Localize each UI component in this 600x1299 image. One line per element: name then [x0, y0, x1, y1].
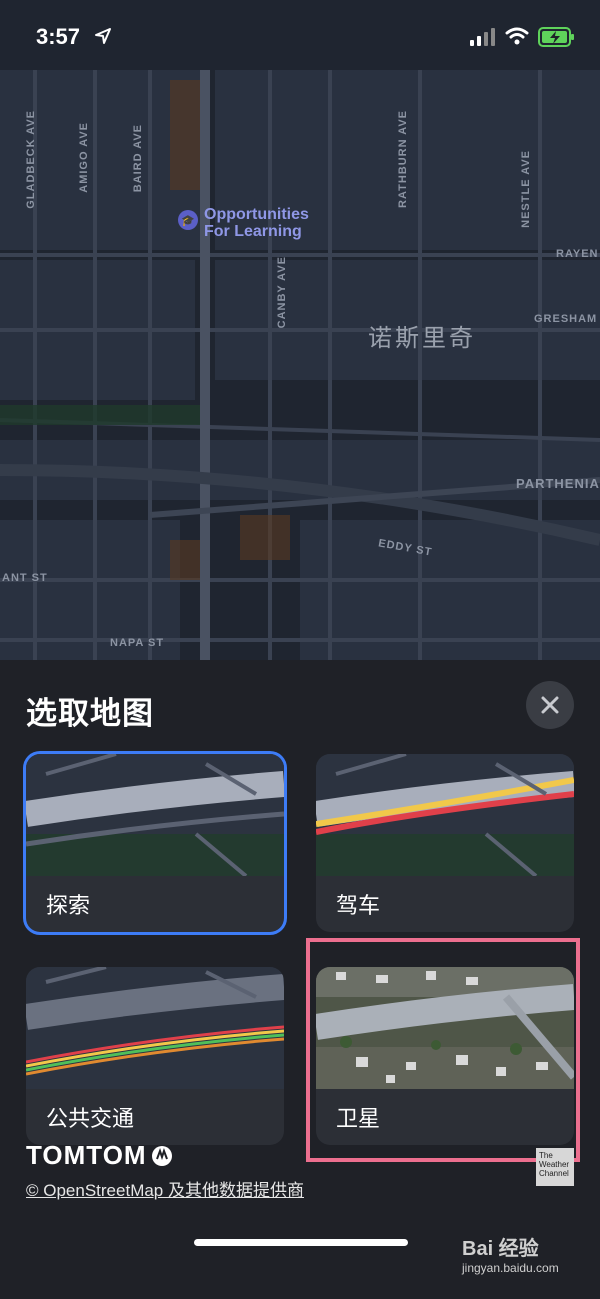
street-label-nestle: NESTLE AVE	[520, 150, 532, 228]
map-streets	[0, 0, 600, 660]
battery-charging-icon	[538, 27, 574, 47]
city-label: 诺斯里奇	[368, 325, 476, 352]
cellular-signal-icon	[470, 28, 495, 46]
street-label-napa: NAPA ST	[110, 637, 165, 649]
map-option-driving[interactable]: 驾车	[316, 754, 574, 932]
poi-opportunities-for-learning[interactable]: 🎓 Opportunities For Learning	[178, 206, 309, 240]
map-option-label: 驾车	[336, 893, 381, 918]
transit-map-thumbnail	[26, 967, 284, 1089]
sheet-title: 选取地图	[26, 696, 154, 731]
wifi-icon	[505, 27, 529, 45]
street-label-rathburn: RATHBURN AVE	[397, 110, 409, 208]
graduation-cap-icon: 🎓	[178, 210, 198, 230]
street-label-ant: ANT ST	[2, 572, 48, 584]
close-icon	[541, 696, 559, 714]
map-option-transit[interactable]: 公共交通	[26, 967, 284, 1145]
poi-name-line2: For Learning	[204, 223, 302, 240]
baidu-watermark: Bai 经验 jingyan.baidu.com	[462, 1238, 559, 1275]
street-label-gladbeck: GLADBECK AVE	[25, 110, 37, 209]
driving-map-thumbnail	[316, 754, 574, 876]
tomtom-hand-icon	[151, 1145, 172, 1166]
map-option-label: 探索	[46, 893, 91, 918]
location-arrow-icon	[95, 28, 111, 44]
weather-channel-logo: The Weather Channel	[536, 1148, 574, 1186]
street-label-parthenia: PARTHENIA	[516, 476, 600, 491]
attribution-link[interactable]: © OpenStreetMap 及其他数据提供商	[26, 1176, 304, 1201]
street-label-gresham: GRESHAM	[534, 313, 598, 325]
satellite-highlight-box	[306, 938, 580, 1162]
street-label-rayen: RAYEN	[556, 248, 599, 260]
map-view[interactable]: GLADBECK AVE AMIGO AVE BAIRD AVE RATHBUR…	[0, 0, 600, 660]
explore-map-thumbnail	[26, 754, 284, 876]
poi-name-line1: Opportunities	[204, 206, 309, 223]
status-bar: 3:57	[0, 0, 600, 70]
tomtom-logo: TOMTOM	[26, 1140, 173, 1171]
map-type-sheet: 选取地图 探索 驾车 公共交通 卫星 TOMTOM © OpenStreetMa…	[0, 660, 600, 1299]
home-indicator[interactable]	[194, 1239, 408, 1246]
map-option-label: 公共交通	[46, 1106, 135, 1131]
street-label-canby: CANBY AVE	[276, 256, 288, 329]
close-button[interactable]	[526, 681, 574, 729]
status-time: 3:57	[36, 24, 81, 49]
street-label-amigo: AMIGO AVE	[78, 122, 90, 193]
street-label-baird: BAIRD AVE	[132, 124, 144, 193]
map-option-explore[interactable]: 探索	[26, 754, 284, 932]
